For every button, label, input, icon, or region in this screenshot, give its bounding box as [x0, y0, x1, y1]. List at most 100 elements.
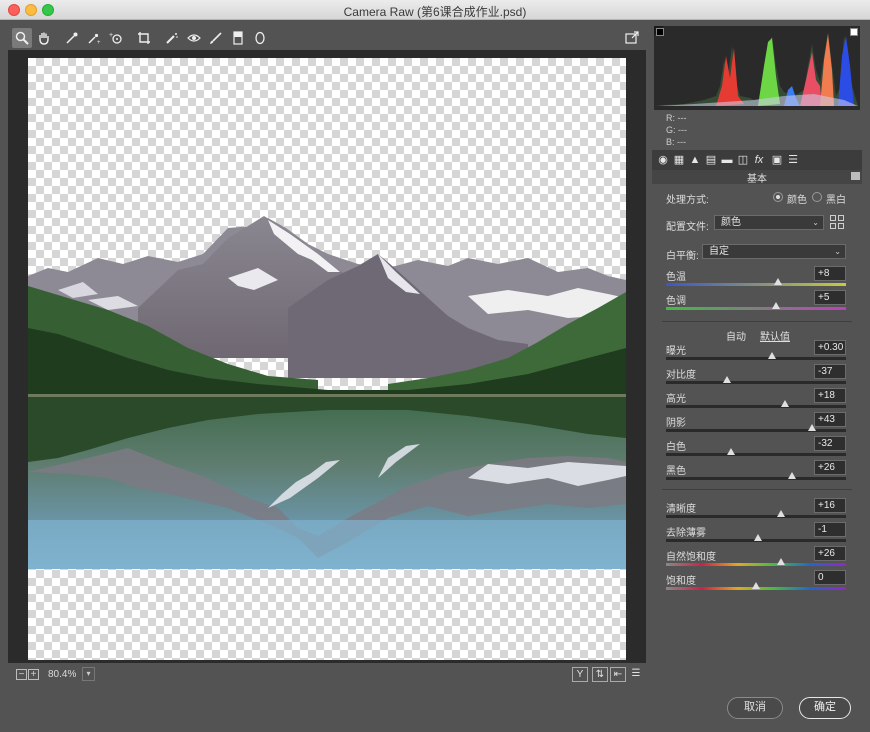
black-white-radio[interactable]: [812, 192, 822, 202]
auto-button[interactable]: 自动: [726, 328, 746, 343]
slider-track[interactable]: [666, 376, 846, 384]
image-preview-area[interactable]: [8, 50, 646, 663]
profile-browser-grid-icon[interactable]: [830, 215, 845, 230]
cancel-button[interactable]: 取消: [727, 697, 783, 719]
adjustment-brush-tool-icon[interactable]: [206, 28, 226, 48]
slider-thumb[interactable]: [777, 558, 786, 565]
slider-value-input[interactable]: -32: [814, 436, 846, 451]
targeted-adjustment-tool-icon[interactable]: +: [106, 28, 126, 48]
section-title-basic: 基本: [652, 170, 862, 185]
title-bar: Camera Raw (第6课合成作业.psd): [0, 0, 870, 20]
slider-track[interactable]: [666, 278, 846, 286]
tab-basic-icon[interactable]: ◉: [656, 153, 670, 167]
tab-detail-icon[interactable]: ▲: [688, 153, 702, 167]
slider-label: 色温: [666, 272, 686, 283]
slider-track[interactable]: [666, 558, 846, 566]
before-after-toggle-icon[interactable]: Y: [572, 667, 588, 682]
zoom-in-button[interactable]: +: [28, 669, 39, 680]
slider-track[interactable]: [666, 302, 846, 310]
slider-track[interactable]: [666, 472, 846, 480]
slider-label: 清晰度: [666, 504, 696, 515]
slider-thumb[interactable]: [777, 510, 786, 517]
tab-effects-icon[interactable]: fx: [752, 153, 766, 167]
chevron-down-icon: ⌄: [812, 218, 819, 227]
profile-label: 配置文件:: [666, 222, 709, 233]
zoom-dropdown-chevron-icon[interactable]: ▾: [82, 667, 95, 681]
slider-thumb[interactable]: [771, 302, 780, 309]
preview-preferences-icon[interactable]: ☰: [628, 667, 644, 682]
slider-value-input[interactable]: +43: [814, 412, 846, 427]
slider-thumb[interactable]: [768, 352, 777, 359]
slider-label: 去除薄雾: [666, 528, 706, 539]
ok-button[interactable]: 确定: [799, 697, 851, 719]
slider-value-input[interactable]: +18: [814, 388, 846, 403]
tab-presets-icon[interactable]: ☰: [786, 153, 800, 167]
black-white-option-label[interactable]: 黑白: [826, 191, 846, 206]
slider-value-input[interactable]: +0.30: [814, 340, 846, 355]
tab-hsl-icon[interactable]: ▤: [704, 153, 718, 167]
slider-value-input[interactable]: +16: [814, 498, 846, 513]
slider-track[interactable]: [666, 352, 846, 360]
slider-value-input[interactable]: +26: [814, 460, 846, 475]
slider-value-input[interactable]: -1: [814, 522, 846, 537]
slider-label: 对比度: [666, 370, 696, 381]
red-readout: R: ---: [666, 113, 687, 123]
treatment-label: 处理方式:: [666, 195, 709, 206]
graduated-filter-tool-icon[interactable]: [228, 28, 248, 48]
slider-thumb[interactable]: [752, 582, 760, 589]
tab-lens-corrections-icon[interactable]: ◫: [736, 153, 750, 167]
divider: [662, 489, 852, 490]
hand-tool-icon[interactable]: [34, 28, 54, 48]
slider-label: 阴影: [666, 418, 686, 429]
slider-label: 黑色: [666, 466, 686, 477]
red-eye-tool-icon[interactable]: [184, 28, 204, 48]
radial-filter-tool-icon[interactable]: [250, 28, 270, 48]
white-balance-select[interactable]: 自定 ⌄: [702, 244, 846, 259]
slider-thumb[interactable]: [788, 472, 796, 479]
swap-settings-icon[interactable]: ⇅: [592, 667, 608, 682]
zoom-tool-icon[interactable]: [12, 28, 32, 48]
tab-camera-calibration-icon[interactable]: ▣: [770, 153, 784, 167]
panel-tabs: ◉ ▦ ▲ ▤ ▬ ◫ fx ▣ ☰: [652, 150, 862, 170]
zoom-out-button[interactable]: −: [16, 669, 27, 680]
shadow-clipping-warning-icon[interactable]: [656, 28, 664, 36]
spot-removal-tool-icon[interactable]: [162, 28, 182, 48]
open-preferences-icon[interactable]: [622, 28, 642, 48]
svg-text:+: +: [97, 40, 101, 45]
profile-select[interactable]: 颜色 ⌄: [714, 215, 824, 230]
slider-thumb[interactable]: [807, 424, 816, 431]
defaults-button[interactable]: 默认值: [760, 328, 790, 343]
slider-label: 白色: [666, 442, 686, 453]
slider-thumb[interactable]: [773, 278, 782, 285]
color-sampler-tool-icon[interactable]: +: [84, 28, 104, 48]
crop-tool-icon[interactable]: [134, 28, 154, 48]
tab-tone-curve-icon[interactable]: ▦: [672, 153, 686, 167]
color-option-label[interactable]: 颜色: [787, 191, 807, 206]
white-balance-label: 白平衡:: [666, 251, 699, 262]
slider-track[interactable]: [666, 400, 846, 408]
slider-track[interactable]: [666, 510, 846, 518]
slider-thumb[interactable]: [726, 448, 735, 455]
white-balance-tool-icon[interactable]: [62, 28, 82, 48]
slider-label: 饱和度: [666, 576, 696, 587]
zoom-level: 80.4%: [48, 669, 77, 680]
rgb-readout: R: --- G: --- B: ---: [666, 112, 726, 148]
slider-track[interactable]: [666, 534, 846, 542]
transparent-canvas: [28, 58, 626, 660]
slider-value-input[interactable]: -37: [814, 364, 846, 379]
slider-value-input[interactable]: +26: [814, 546, 846, 561]
slider-track[interactable]: [666, 582, 846, 590]
color-radio[interactable]: [773, 192, 783, 202]
slider-track[interactable]: [666, 424, 846, 432]
panel-menu-icon[interactable]: [851, 172, 860, 180]
highlight-clipping-warning-icon[interactable]: [850, 28, 858, 36]
slider-value-input[interactable]: +5: [814, 290, 846, 305]
slider-track[interactable]: [666, 448, 846, 456]
slider-thumb[interactable]: [780, 400, 789, 407]
slider-value-input[interactable]: +8: [814, 266, 846, 281]
copy-settings-icon[interactable]: ⇤: [610, 667, 626, 682]
slider-thumb[interactable]: [723, 376, 732, 383]
slider-thumb[interactable]: [753, 534, 762, 541]
slider-value-input[interactable]: 0: [814, 570, 846, 585]
tab-split-toning-icon[interactable]: ▬: [720, 153, 734, 167]
